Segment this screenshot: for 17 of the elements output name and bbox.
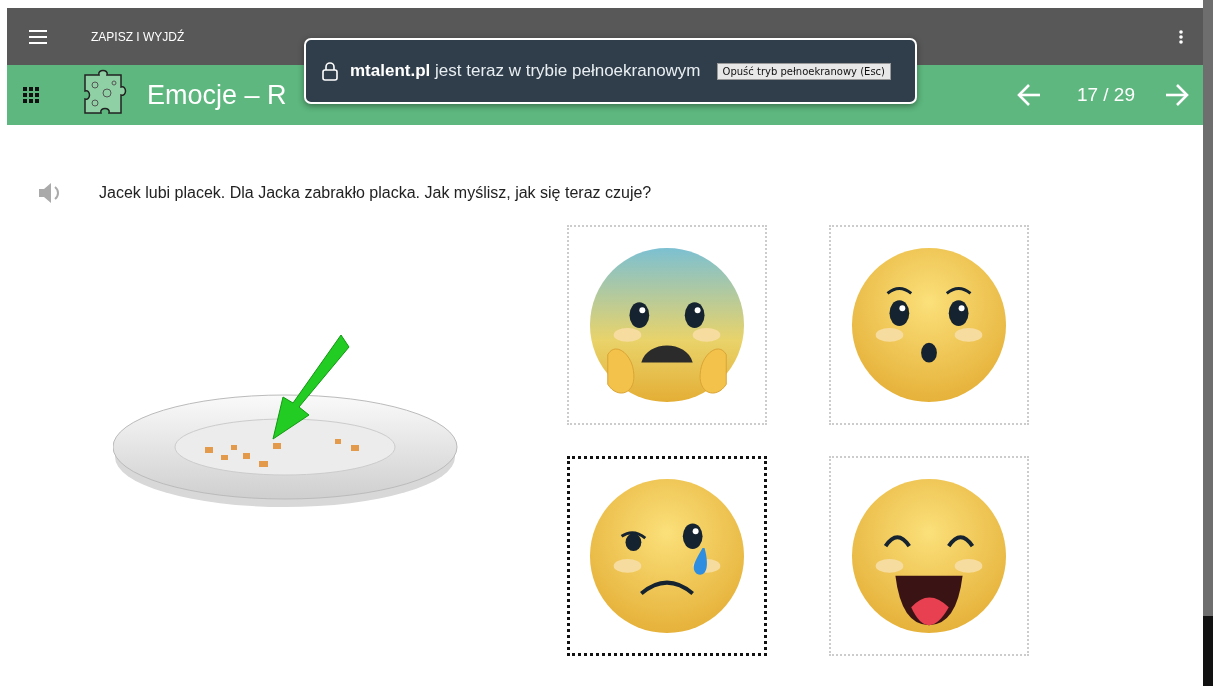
lock-icon [322, 61, 338, 81]
page-counter: 17 / 29 [1076, 84, 1135, 106]
more-vertical-icon [1179, 29, 1183, 44]
menu-icon [29, 29, 47, 44]
exit-fullscreen-button[interactable]: Opuść tryb pełnoekranowy (Esc) [716, 62, 891, 80]
arrow-left-icon [1016, 84, 1041, 106]
grid-menu-button[interactable] [23, 87, 39, 103]
answer-card[interactable] [567, 456, 767, 656]
menu-button[interactable] [29, 29, 47, 44]
scrollbar[interactable] [1203, 0, 1213, 686]
question-text: Jacek lubi placek. Dla Jacka zabrakło placka. Jak myślisz, jak się teraz czuje? [99, 184, 652, 202]
save-exit-button[interactable]: ZAPISZ I WYJDŹ [91, 29, 185, 44]
arrow-right-icon [1165, 84, 1189, 106]
more-button[interactable] [1179, 29, 1183, 44]
fullscreen-message: mtalent.pl jest teraz w trybie pełnoekranowym [350, 61, 701, 81]
grid-icon [23, 87, 39, 103]
lesson-title: Emocje – R [147, 79, 287, 111]
